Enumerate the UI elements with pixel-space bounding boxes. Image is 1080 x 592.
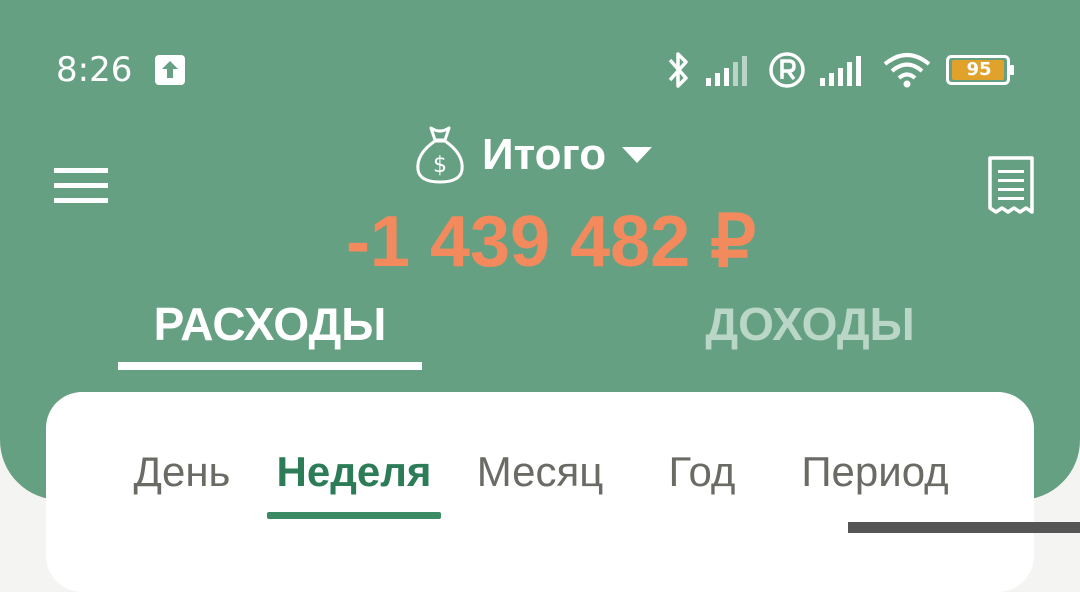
roaming-icon	[769, 52, 805, 88]
battery-icon: 95	[946, 55, 1016, 85]
signal-icon	[820, 56, 861, 86]
period-tab-week[interactable]: Неделя	[262, 446, 446, 498]
money-bag-icon: $	[416, 126, 464, 184]
period-tab-period[interactable]: Период	[784, 446, 966, 498]
period-tab-day[interactable]: День	[120, 446, 244, 498]
total-amount: -1 439 482 ₽	[345, 202, 757, 282]
bluetooth-icon	[668, 52, 688, 88]
tab-expenses[interactable]: РАСХОДЫ	[118, 292, 422, 356]
wifi-icon	[883, 53, 931, 88]
account-title: Итого	[482, 130, 607, 179]
period-tab-year[interactable]: Год	[652, 446, 752, 498]
status-time: 8:26	[56, 50, 133, 90]
svg-text:$: $	[433, 153, 447, 178]
status-icons: 95	[664, 48, 1016, 92]
scrollbar[interactable]	[848, 522, 1080, 533]
dropdown-arrow-icon	[622, 147, 653, 163]
tab-expenses-indicator	[118, 362, 422, 370]
tab-income[interactable]: ДОХОДЫ	[660, 292, 960, 356]
signal-icon	[706, 56, 747, 86]
period-week-indicator	[267, 512, 441, 519]
status-bar: 8:26 95	[0, 0, 1080, 140]
upload-icon	[155, 55, 185, 85]
battery-level: 95	[966, 59, 992, 80]
account-selector[interactable]: $ Итого	[412, 122, 654, 188]
period-tab-month[interactable]: Месяц	[464, 446, 616, 498]
